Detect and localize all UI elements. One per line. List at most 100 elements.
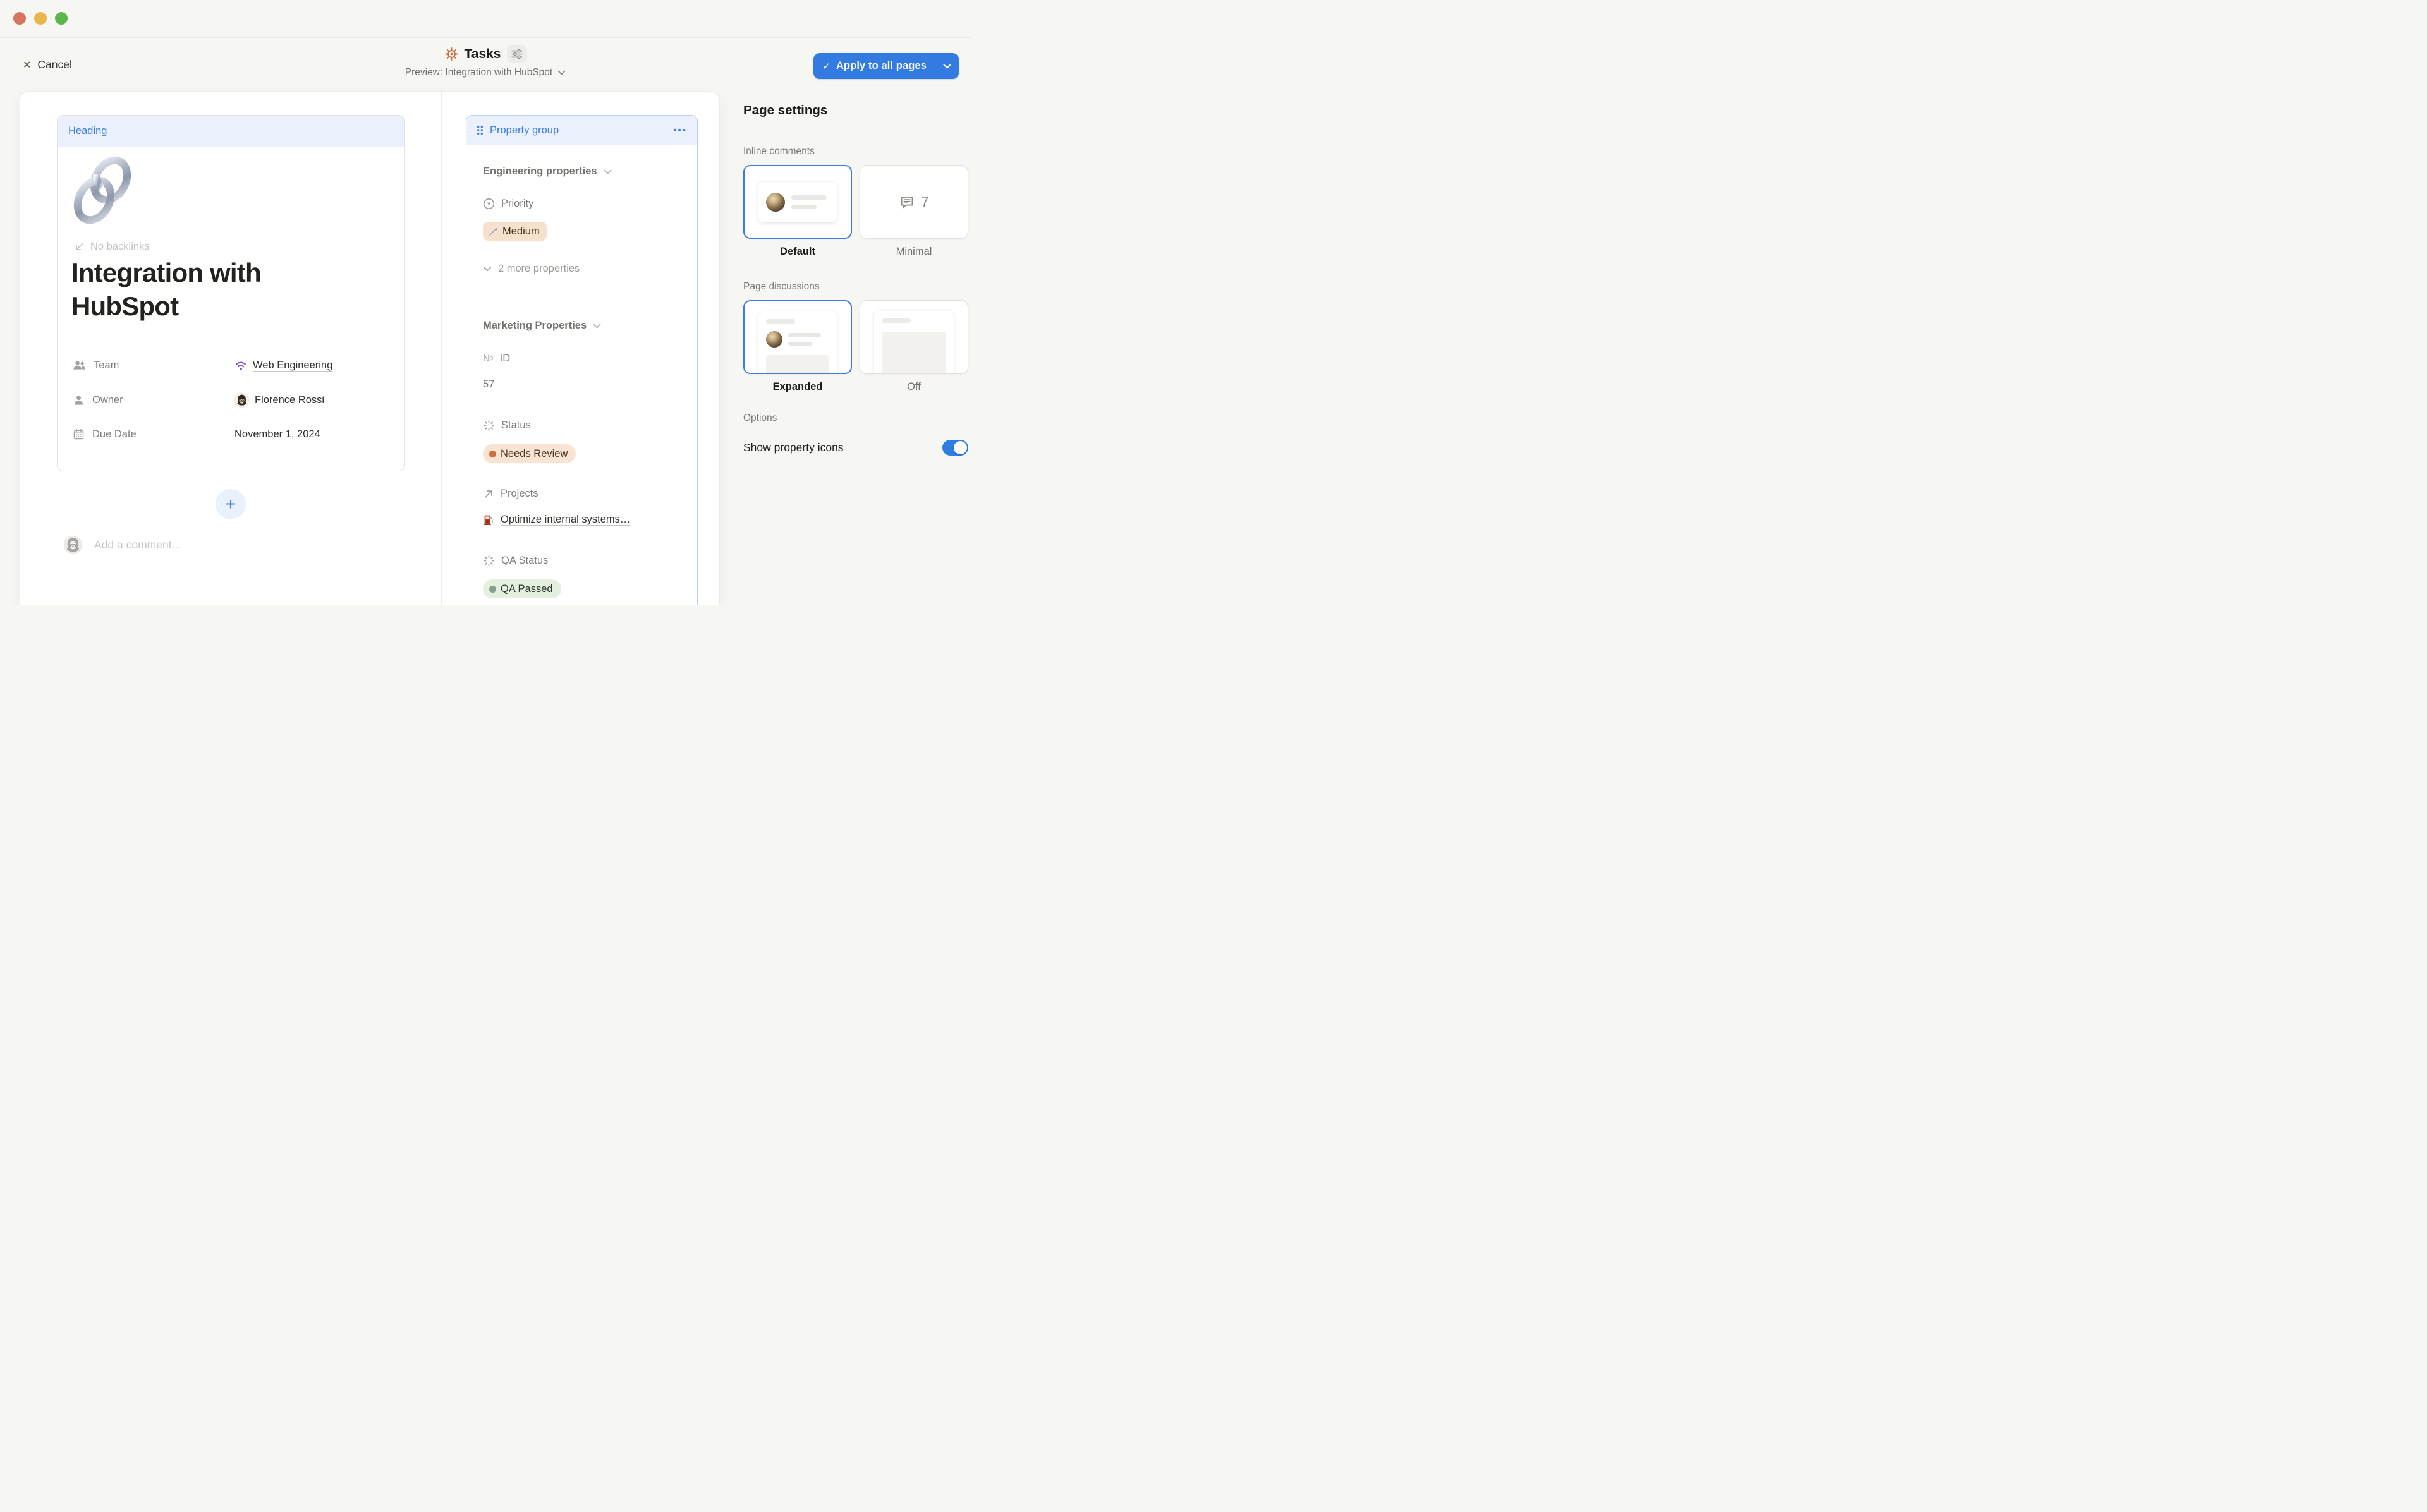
property-row-owner: Owner Florence Rossi [73, 391, 392, 409]
page-title: Tasks [465, 47, 501, 62]
due-date-label: Due Date [92, 428, 137, 440]
customize-page-window: ✕ Cancel Tasks [0, 0, 971, 605]
field-priority: Priority [483, 198, 533, 210]
status-spinner-icon [483, 555, 495, 567]
green-dot [489, 586, 496, 593]
signal-icon [234, 360, 247, 371]
more-options-button[interactable]: ••• [673, 125, 687, 136]
backlinks-label: No backlinks [90, 241, 150, 253]
minimal-option-label: Minimal [860, 246, 968, 258]
heading-block-header[interactable]: Heading [58, 116, 404, 147]
column-divider [441, 92, 442, 605]
off-option-preview [874, 311, 954, 374]
inline-comments-default-option[interactable] [743, 165, 852, 239]
sliders-icon [511, 49, 523, 59]
preview-page-selector[interactable]: Preview: Integration with HubSpot [405, 67, 566, 78]
zoom-window-button[interactable] [55, 12, 68, 25]
expanded-option-preview [758, 311, 837, 374]
field-status: Status [483, 420, 531, 432]
owner-value: Florence Rossi [255, 394, 324, 406]
backlinks-indicator: No backlinks [74, 241, 150, 253]
status-value-pill: Needs Review [483, 444, 576, 463]
arrow-down-left-icon [74, 241, 85, 252]
page-icon-chains [69, 155, 137, 226]
status-spinner-icon [483, 420, 495, 432]
check-icon: ✓ [822, 61, 830, 72]
team-label: Team [94, 360, 119, 372]
page-discussions-off-option[interactable] [860, 300, 968, 374]
close-window-button[interactable] [13, 12, 26, 25]
minimal-option-preview: 7 [899, 193, 929, 210]
page-settings-title: Page settings [743, 103, 827, 118]
comment-count: 7 [921, 193, 929, 210]
people-icon [73, 360, 86, 371]
helm-icon [444, 47, 459, 61]
default-option-label: Default [743, 246, 852, 258]
default-option-preview [758, 182, 837, 222]
group-marketing-properties[interactable]: Marketing Properties [483, 320, 601, 332]
preview-page-label: Preview: Integration with HubSpot [405, 67, 552, 78]
team-value-link[interactable]: Web Engineering [253, 360, 332, 372]
property-row-due-date: Due Date November 1, 2024 [73, 425, 392, 443]
priority-icon [483, 198, 495, 210]
projects-value: Optimize internal systems… [483, 514, 630, 526]
show-property-icons-row: Show property icons [743, 440, 968, 456]
owner-avatar [234, 393, 249, 408]
numero-icon: № [483, 353, 494, 365]
off-option-label: Off [860, 381, 968, 393]
more-properties-toggle[interactable]: 2 more properties [483, 263, 580, 275]
projects-value-link[interactable]: Optimize internal systems… [501, 514, 630, 526]
person-icon [73, 394, 85, 406]
arrow-up-right-icon [483, 488, 494, 500]
due-date-value: November 1, 2024 [234, 428, 320, 440]
plus-icon: + [226, 494, 236, 514]
comment-composer [63, 535, 336, 555]
chevron-down-icon [943, 64, 951, 69]
minimize-window-button[interactable] [34, 12, 47, 25]
show-property-icons-toggle[interactable] [942, 440, 968, 456]
expanded-option-label: Expanded [743, 381, 852, 393]
layout-options-button[interactable] [507, 45, 527, 63]
comment-avatar [63, 535, 83, 555]
property-group-label: Property group [490, 124, 559, 136]
drag-handle-icon[interactable] [477, 125, 484, 135]
window-titlebar [0, 0, 971, 38]
chevron-down-icon [557, 70, 566, 75]
property-group-block[interactable]: Property group ••• Engineering propertie… [466, 115, 698, 605]
chevron-down-icon [604, 169, 612, 174]
add-comment-input[interactable] [93, 538, 336, 552]
apply-to-all-pages-button[interactable]: ✓ Apply to all pages [813, 53, 959, 79]
owner-label: Owner [92, 394, 123, 406]
field-projects: Projects [483, 488, 538, 500]
heading-block[interactable]: Heading [57, 115, 404, 471]
add-block-button[interactable]: + [216, 489, 246, 519]
avatar [766, 193, 785, 212]
avatar [766, 331, 782, 348]
page-discussions-expanded-option[interactable] [743, 300, 852, 374]
apply-dropdown-button[interactable] [935, 64, 959, 69]
field-id: № ID [483, 353, 510, 365]
page-discussions-label: Page discussions [743, 281, 820, 293]
comment-bubble-icon [899, 194, 915, 210]
apply-label: Apply to all pages [836, 60, 927, 72]
inline-comments-minimal-option[interactable]: 7 [860, 165, 968, 239]
calendar-icon [73, 428, 85, 440]
priority-value-tag: Medium [483, 222, 547, 241]
page-heading-title: Integration with HubSpot [71, 256, 391, 323]
chevron-down-icon [483, 266, 492, 272]
options-label: Options [743, 413, 777, 424]
id-value: 57 [483, 378, 494, 390]
field-qa-status: QA Status [483, 555, 548, 567]
inline-comments-label: Inline comments [743, 146, 815, 157]
fuel-pump-icon [483, 514, 494, 526]
qa-status-value-pill: QA Passed [483, 579, 561, 598]
chevron-down-icon [593, 324, 601, 329]
property-group-header[interactable]: Property group ••• [466, 116, 697, 145]
page-preview-surface: Heading [20, 92, 719, 605]
orange-dot [489, 451, 496, 457]
needle-icon [489, 227, 498, 236]
group-engineering-properties[interactable]: Engineering properties [483, 166, 612, 178]
property-row-team: Team Web Engineering [73, 356, 392, 374]
heading-block-label: Heading [68, 125, 107, 137]
toggle-knob [954, 441, 967, 454]
